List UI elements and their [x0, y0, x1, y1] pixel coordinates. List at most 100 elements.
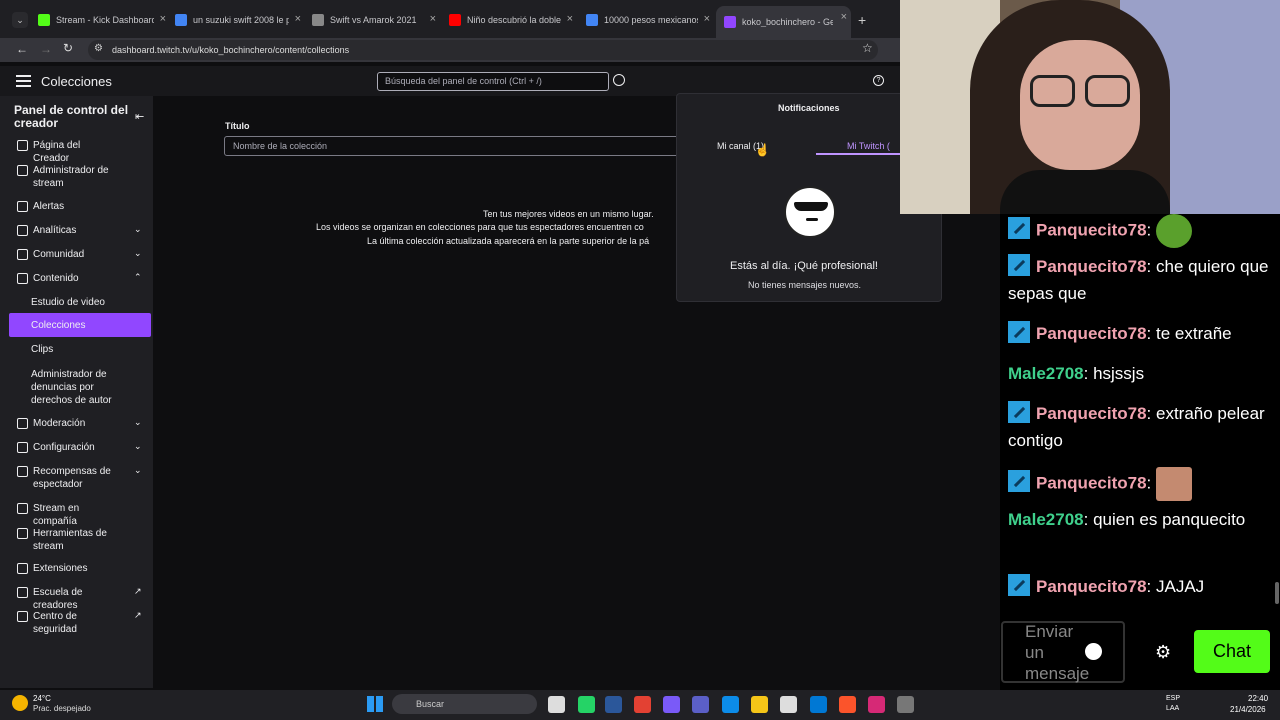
tab-favicon-icon [312, 14, 324, 26]
moderator-badge-icon [1008, 321, 1030, 343]
chat-username[interactable]: Panquecito78 [1036, 404, 1147, 423]
dashboard-search-input[interactable]: Búsqueda del panel de control (Ctrl + /) [377, 72, 609, 91]
content-icon [17, 273, 28, 284]
mouse-cursor-icon: ☝ [755, 143, 770, 157]
word-icon[interactable] [605, 696, 622, 713]
close-tab-icon[interactable]: × [704, 13, 710, 25]
copilot-icon[interactable] [663, 696, 680, 713]
chevron-icon: ⌄ [134, 465, 142, 475]
sidebar-item-label: Clips [31, 344, 54, 355]
sidebar-item-label: Analíticas [33, 225, 77, 236]
tab-label: 10000 pesos mexicanos [604, 15, 698, 25]
chat-message: Panquecito78: che quiero que sepas que [1008, 253, 1270, 307]
help-icon[interactable]: ? [873, 75, 884, 86]
chat-username[interactable]: Panquecito78 [1036, 257, 1147, 276]
sidebar-item-label: Escuela de creadores [33, 587, 83, 611]
browser-tab[interactable]: 10000 pesos mexicanos × [586, 8, 714, 32]
file-explorer-icon[interactable] [751, 696, 768, 713]
notifications-empty-sub: No tienes mensajes nuevos. [748, 280, 862, 290]
sidebar-item-label: Contenido [33, 273, 79, 284]
chat-separator: : [1146, 324, 1156, 343]
site-info-icon[interactable]: ⚙ [94, 43, 103, 54]
task-view-icon[interactable] [548, 696, 565, 713]
sidebar-item-label: Administrador de stream [33, 165, 109, 189]
tab-favicon-icon [586, 14, 598, 26]
new-tab-button[interactable]: + [858, 12, 866, 28]
browser-tab[interactable]: Swift vs Amarok 2021 × [312, 8, 440, 32]
tab-active-underline [816, 153, 900, 155]
forward-icon[interactable]: → [40, 42, 52, 56]
webcam-overlay [900, 0, 1280, 214]
collection-name-input[interactable]: Nombre de la colección [224, 136, 684, 156]
chat-send-button[interactable]: Chat [1194, 630, 1270, 673]
tab-label: Swift vs Amarok 2021 [330, 15, 417, 25]
chat-username[interactable]: Panquecito78 [1036, 324, 1147, 343]
chat-username[interactable]: Male2708 [1008, 510, 1084, 529]
store-icon[interactable] [780, 696, 797, 713]
instagram-icon[interactable] [868, 696, 885, 713]
close-tab-icon[interactable]: × [430, 13, 436, 25]
moderator-badge-icon [1008, 574, 1030, 596]
tab-label: Niño descubrió la doble [467, 15, 561, 25]
brave-icon[interactable] [839, 696, 856, 713]
browser-tab[interactable]: Stream - Kick Dashboard × [38, 8, 170, 32]
close-tab-icon[interactable]: × [841, 11, 847, 23]
browser-tab[interactable]: koko_bochinchero - Gest × [716, 6, 851, 38]
chat-separator: : [1146, 577, 1156, 596]
school-icon [17, 587, 28, 598]
bookmark-star-icon[interactable]: ☆ [862, 41, 873, 55]
chat-username[interactable]: Panquecito78 [1036, 473, 1147, 492]
moderator-badge-icon [1008, 254, 1030, 276]
face-emote-icon [1156, 467, 1192, 501]
close-tab-icon[interactable]: × [567, 13, 573, 25]
emote-picker-icon[interactable] [1085, 643, 1102, 660]
notifications-title: Notificaciones [778, 103, 840, 113]
moderator-badge-icon [1008, 401, 1030, 423]
teams-icon[interactable] [692, 696, 709, 713]
close-tab-icon[interactable]: × [295, 13, 301, 25]
close-tab-icon[interactable]: × [160, 13, 166, 25]
obs-icon[interactable] [897, 696, 914, 713]
clock-time[interactable]: 22:40 [1248, 694, 1268, 703]
reload-icon[interactable]: ↻ [63, 41, 73, 55]
menu-icon[interactable] [16, 75, 31, 87]
tab-my-twitch[interactable]: Mi Twitch ( [847, 141, 898, 151]
chat-scrollbar[interactable] [1275, 582, 1279, 604]
tab-list-button[interactable]: ⌄ [12, 12, 28, 28]
tools-icon [17, 528, 28, 539]
browser-tab[interactable]: Niño descubrió la doble × [449, 8, 577, 32]
chat-username[interactable]: Panquecito78 [1036, 220, 1147, 239]
search-icon[interactable] [613, 74, 625, 86]
outlook-icon[interactable] [810, 696, 827, 713]
collapse-sidebar-icon[interactable]: ⇤ [135, 110, 144, 123]
chat-text: JAJAJ [1156, 577, 1205, 596]
taskbar-search[interactable] [392, 694, 537, 714]
whatsapp-icon[interactable] [578, 696, 595, 713]
moderation-icon [17, 418, 28, 429]
chat-username[interactable]: Panquecito78 [1036, 577, 1147, 596]
sidebar-item-label: Administrador de denuncias por derechos … [31, 369, 112, 406]
edge-icon[interactable] [722, 696, 739, 713]
bell-icon [17, 201, 28, 212]
chat-settings-icon[interactable]: ⚙ [1155, 642, 1171, 663]
weather-desc: Prac. despejado [33, 704, 91, 713]
chat-username[interactable]: Male2708 [1008, 364, 1084, 383]
chrome-icon[interactable] [634, 696, 651, 713]
sidebar-item-label: Alertas [33, 201, 65, 212]
back-icon[interactable]: ← [16, 42, 28, 56]
chevron-icon: ↗ [134, 610, 142, 620]
url-field[interactable]: dashboard.twitch.tv/u/koko_bochinchero/c… [88, 40, 878, 60]
sidebar-item-label: Configuración [33, 442, 95, 453]
analytics-icon [17, 225, 28, 236]
weather-icon[interactable] [12, 695, 28, 711]
tab-favicon-icon [38, 14, 50, 26]
lang-indicator-2: LAA [1166, 705, 1180, 712]
notifications-empty-headline: Estás al día. ¡Qué profesional! [730, 260, 878, 272]
title-label: Título [225, 121, 250, 131]
lang-indicator-1[interactable]: ESP [1166, 695, 1180, 702]
empty-state-line-2: Los videos se organizan en colecciones p… [316, 222, 644, 232]
sidebar-item-label: Colecciones [31, 320, 86, 331]
windows-start-icon[interactable] [367, 696, 383, 712]
browser-tab[interactable]: un suzuki swift 2008 le p × [175, 8, 305, 32]
chevron-icon: ⌃ [134, 272, 142, 282]
